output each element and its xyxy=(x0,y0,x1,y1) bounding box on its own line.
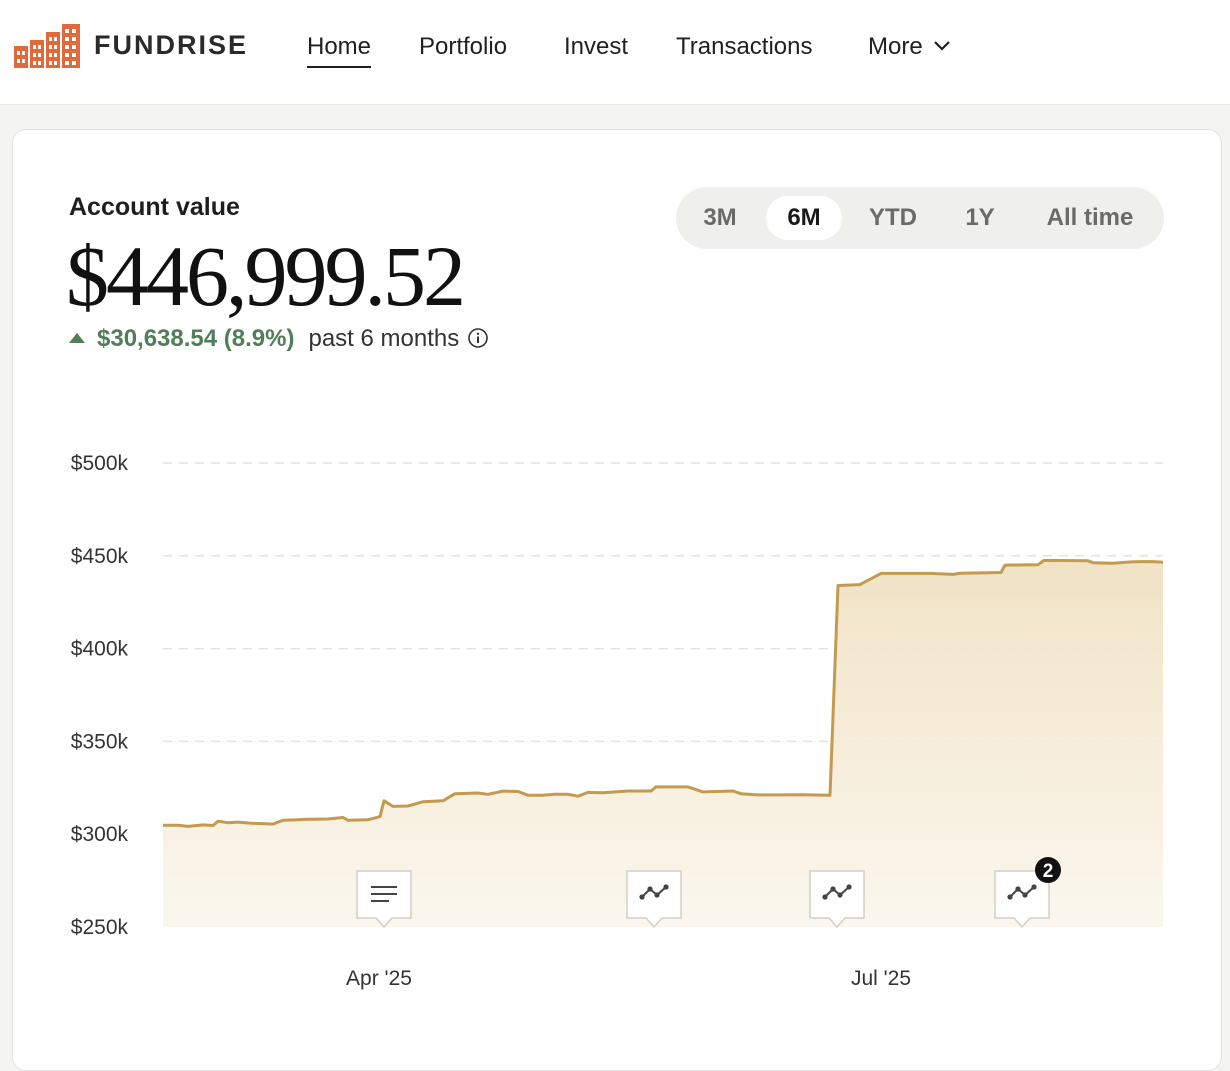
top-navigation: FUNDRISE Home Portfolio Invest Transacti… xyxy=(0,0,1230,105)
marker-count-text: 2 xyxy=(1043,861,1054,882)
y-tick-label: $250k xyxy=(71,916,129,939)
building-logo-icon[interactable] xyxy=(14,24,82,70)
marker-box xyxy=(809,870,865,929)
chevron-down-icon xyxy=(933,40,950,51)
x-tick-label: Apr '25 xyxy=(346,967,412,990)
up-arrow-icon xyxy=(69,332,85,343)
nav-transactions[interactable]: Transactions xyxy=(676,32,813,62)
performance-event-marker[interactable] xyxy=(809,870,865,929)
account-change-row: $30,638.54 (8.9%) past 6 months xyxy=(69,323,489,355)
account-change-period: past 6 months xyxy=(308,325,460,352)
time-range-selector: 3M 6M YTD 1Y All time xyxy=(676,187,1164,249)
range-3m-button[interactable]: 3M xyxy=(686,196,754,240)
chart-x-axis: Apr '25 Jul '25 xyxy=(346,967,911,990)
account-value-amount: $446,999.52 xyxy=(66,228,466,324)
nav-home[interactable]: Home xyxy=(307,32,372,68)
nav-more[interactable]: More xyxy=(868,32,951,62)
brand-name[interactable]: FUNDRISE xyxy=(94,30,248,61)
nav-more-label: More xyxy=(868,33,923,60)
y-tick-label: $500k xyxy=(71,452,129,475)
range-ytd-button[interactable]: YTD xyxy=(854,196,932,240)
account-value-label: Account value xyxy=(69,193,240,221)
marker-box xyxy=(626,870,682,929)
account-change-amount: $30,638.54 (8.9%) xyxy=(97,325,295,352)
chart-y-axis: $250k $300k $350k $400k $450k $500k xyxy=(71,452,129,939)
update-note-marker[interactable] xyxy=(356,870,412,929)
x-tick-label: Jul '25 xyxy=(851,967,911,990)
nav-invest[interactable]: Invest xyxy=(564,32,628,62)
info-icon[interactable] xyxy=(467,327,489,349)
range-all-time-button[interactable]: All time xyxy=(1028,196,1152,240)
range-1y-button[interactable]: 1Y xyxy=(944,196,1016,240)
y-tick-label: $300k xyxy=(71,823,129,846)
range-6m-button[interactable]: 6M xyxy=(766,196,842,240)
performance-event-marker[interactable] xyxy=(626,870,682,929)
y-tick-label: $400k xyxy=(71,638,129,661)
y-tick-label: $450k xyxy=(71,545,129,568)
nav-portfolio[interactable]: Portfolio xyxy=(419,32,507,62)
marker-box xyxy=(356,870,412,929)
y-tick-label: $350k xyxy=(71,730,129,753)
account-value-chart: $250k $300k $350k $400k $450k $500k 2 Apr '25… xyxy=(71,452,1164,990)
